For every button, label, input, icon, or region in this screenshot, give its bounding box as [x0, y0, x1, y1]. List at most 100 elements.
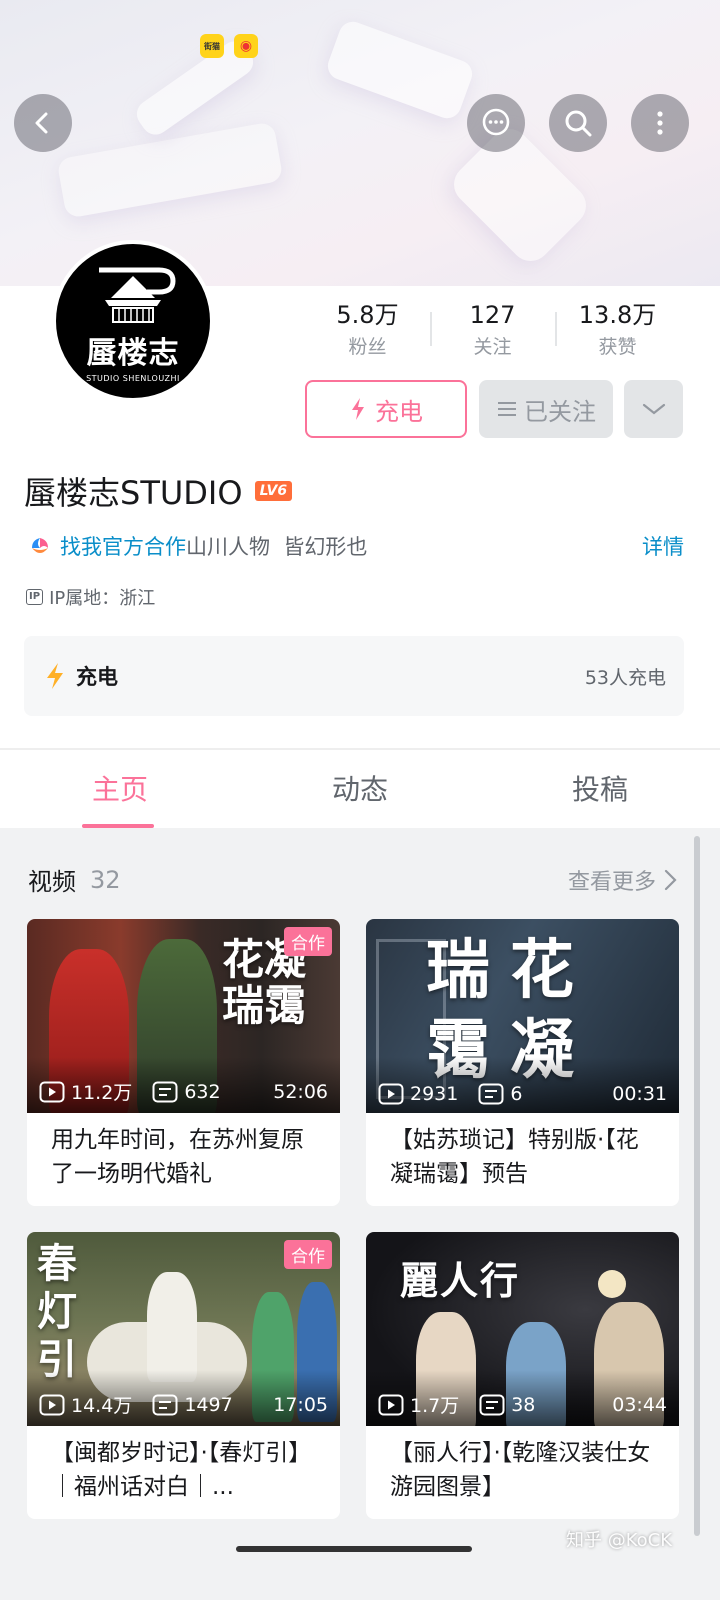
play-count: 2931 [378, 1083, 458, 1105]
play-count-value: 14.4万 [71, 1395, 133, 1417]
video-thumbnail[interactable]: 春灯引 合作 14.4万 1497 17:05 [27, 1232, 340, 1426]
video-meta: 2931 6 00:31 [378, 1083, 667, 1105]
avatar-logo-text: 蜃楼志 [86, 335, 180, 371]
collab-tag: 合作 [284, 1240, 332, 1269]
video-card[interactable]: 瑞花霭凝 2931 6 00:31 【姑苏琐记】特别版·【花凝瑞霭】预告 [366, 919, 679, 1206]
thumbnail-calligraphy: 春灯引 [37, 1240, 77, 1383]
video-thumbnail[interactable]: 花凝瑞霭 合作 11.2万 632 52:06 [27, 919, 340, 1113]
lightning-icon [47, 663, 63, 689]
video-thumbnail[interactable]: 麗人行 1.7万 38 03:44 [366, 1232, 679, 1426]
video-card[interactable]: 春灯引 合作 14.4万 1497 17:05 【闽都岁时记】·【春灯引】｜福州… [27, 1232, 340, 1519]
home-content[interactable]: 视频 32 查看更多 花凝瑞霭 合作 11.2万 632 52:06 用九年时间… [0, 828, 720, 1600]
back-button[interactable] [14, 94, 72, 152]
chevron-down-icon [642, 403, 665, 415]
profile-bio: 找我官方合作 山川人物 皆幻形也 详情 [28, 531, 684, 561]
level-badge: LV6 [254, 481, 293, 501]
thumbnail-lantern [598, 1270, 626, 1298]
video-duration: 17:05 [273, 1393, 328, 1416]
video-title[interactable]: 【闽都岁时记】·【春灯引】｜福州话对白｜... [27, 1426, 340, 1506]
video-meta: 11.2万 632 52:06 [39, 1078, 328, 1105]
official-cooperation-link[interactable]: 找我官方合作 [60, 531, 186, 561]
vertical-dots-icon [657, 111, 663, 135]
play-icon [378, 1394, 404, 1415]
video-card[interactable]: 麗人行 1.7万 38 03:44 【丽人行】·【乾隆汉装仕女游园图景】 [366, 1232, 679, 1519]
tab-home[interactable]: 主页 [0, 752, 240, 828]
danmaku-count-value: 38 [511, 1393, 536, 1416]
video-duration: 00:31 [612, 1083, 667, 1105]
ip-location-text: IP属地：浙江 [49, 588, 156, 609]
danmaku-icon [478, 1083, 504, 1105]
scrollbar[interactable] [694, 836, 700, 1536]
search-icon [565, 110, 592, 137]
video-title[interactable]: 【丽人行】·【乾隆汉装仕女游园图景】 [366, 1426, 679, 1506]
more-options-button[interactable] [631, 94, 689, 152]
message-button[interactable] [467, 94, 525, 152]
profile-name: 蜃楼志STUDIO [24, 474, 243, 512]
play-count: 11.2万 [39, 1078, 132, 1105]
stat-value: 127 [469, 301, 516, 329]
charge-button-label: 充电 [375, 397, 423, 426]
danmaku-count-value: 632 [184, 1080, 221, 1103]
danmaku-icon [152, 1081, 178, 1102]
danmaku-icon [479, 1394, 505, 1415]
search-button[interactable] [549, 94, 607, 152]
play-count-value: 11.2万 [71, 1082, 133, 1104]
banner-badges: 街猫 ◉ [200, 34, 258, 58]
official-cooperation-icon [32, 538, 48, 553]
jiemao-badge-icon: 街猫 [200, 34, 224, 58]
danmaku-count: 6 [478, 1083, 522, 1105]
profile-tabs: 主页 动态 投稿 [0, 752, 720, 828]
home-indicator[interactable] [236, 1546, 472, 1552]
follow-dropdown-button[interactable] [624, 380, 683, 438]
stat-value: 13.8万 [578, 301, 657, 329]
charge-button[interactable]: 充电 [305, 380, 467, 438]
play-count-value: 1.7万 [410, 1395, 460, 1417]
video-duration: 03:44 [612, 1393, 667, 1416]
followed-button[interactable]: 已关注 [479, 380, 613, 438]
banner-decoration [323, 17, 477, 123]
videos-section-title: 视频 [28, 868, 76, 896]
play-icon [39, 1081, 65, 1102]
thumbnail-calligraphy: 麗人行 [400, 1258, 521, 1303]
danmaku-count: 38 [479, 1394, 535, 1416]
videos-count: 32 [90, 865, 121, 894]
stat-label: 获赞 [598, 336, 637, 358]
watermark: 知乎 @KoCK [566, 1530, 673, 1551]
view-more-link[interactable]: 查看更多 [568, 864, 678, 896]
bio-text: 山川人物 皆幻形也 [186, 535, 368, 559]
video-meta: 14.4万 1497 17:05 [39, 1391, 328, 1418]
video-meta: 1.7万 38 03:44 [378, 1391, 667, 1418]
studio-logo-icon [99, 267, 176, 323]
play-count-value: 2931 [410, 1083, 459, 1105]
charge-card[interactable]: 充电 53人充电 [24, 636, 684, 716]
tab-dynamics[interactable]: 动态 [240, 752, 480, 828]
ip-icon: IP [26, 589, 44, 605]
stat-following[interactable]: 127 关注 [430, 298, 555, 362]
avatar-logo-subtitle: STUDIO SHENLOUZHI [86, 373, 180, 383]
lightning-icon [352, 398, 364, 420]
profile-stats: 5.8万 粉丝 127 关注 13.8万 获赞 [305, 298, 680, 362]
video-thumbnail[interactable]: 瑞花霭凝 2931 6 00:31 [366, 919, 679, 1113]
weibo-badge-icon: ◉ [234, 34, 258, 58]
danmaku-icon [152, 1394, 178, 1415]
chat-bubble-icon [482, 108, 510, 136]
video-title[interactable]: 用九年时间，在苏州复原了一场明代婚礼 [27, 1113, 340, 1193]
avatar[interactable]: 蜃楼志 STUDIO SHENLOUZHI [52, 240, 214, 402]
tab-uploads[interactable]: 投稿 [480, 752, 720, 828]
collab-tag: 合作 [284, 927, 332, 956]
danmaku-count-value: 6 [510, 1083, 523, 1105]
bio-detail-link[interactable]: 详情 [642, 531, 684, 561]
view-more-label: 查看更多 [567, 869, 656, 895]
stat-label: 关注 [473, 336, 512, 358]
video-card[interactable]: 花凝瑞霭 合作 11.2万 632 52:06 用九年时间，在苏州复原了一场明代… [27, 919, 340, 1206]
charge-count: 53人充电 [584, 666, 666, 689]
charge-card-title: 充电 [76, 665, 118, 689]
stat-fans[interactable]: 5.8万 粉丝 [305, 298, 430, 362]
stat-label: 粉丝 [348, 336, 387, 358]
video-title[interactable]: 【姑苏琐记】特别版·【花凝瑞霭】预告 [366, 1113, 679, 1193]
thumbnail-figure [147, 1272, 197, 1382]
danmaku-count: 1497 [152, 1394, 233, 1416]
stat-likes[interactable]: 13.8万 获赞 [555, 298, 680, 362]
play-count: 1.7万 [378, 1391, 459, 1418]
videos-section-header: 视频 32 查看更多 [28, 862, 678, 897]
